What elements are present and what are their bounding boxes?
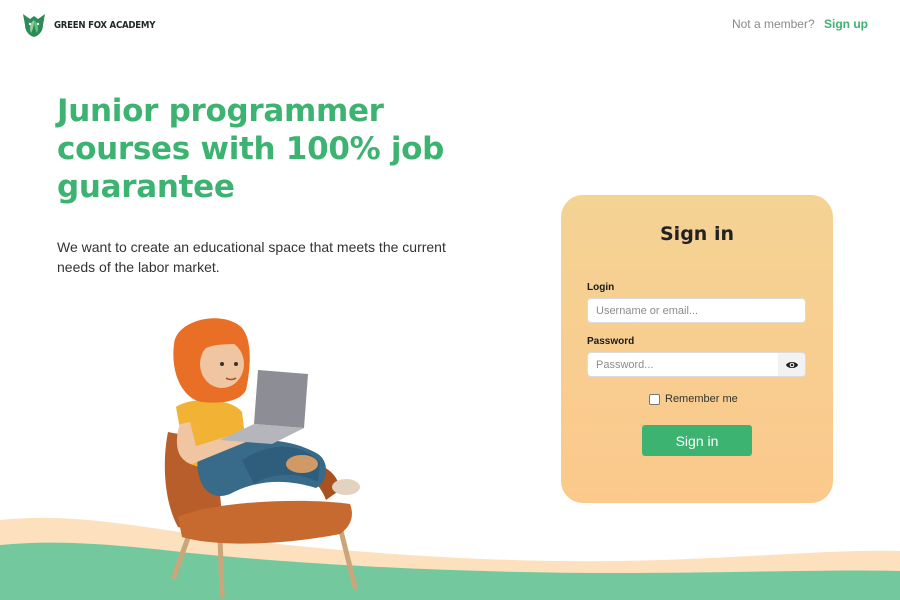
- member-question: Not a member?: [731, 17, 815, 31]
- remember-me-checkbox[interactable]: [649, 393, 660, 405]
- signin-title: Sign in: [660, 223, 734, 245]
- woman-with-laptop-in-armchair-illustration: [164, 318, 360, 599]
- login-label: Login: [587, 282, 615, 293]
- password-label: Password: [587, 336, 635, 347]
- remember-me-label: Remember me: [665, 393, 738, 405]
- login-input[interactable]: [587, 298, 806, 323]
- signin-button[interactable]: Sign in: [642, 425, 752, 456]
- logo[interactable]: GREEN FOX ACADEMY: [20, 11, 172, 39]
- hero-title: Junior programmer courses with 100% job …: [57, 93, 445, 205]
- bottom-waves: [0, 517, 900, 600]
- top-header: GREEN FOX ACADEMY Not a member? Sign up: [0, 0, 900, 50]
- signup-link[interactable]: Sign up: [824, 17, 868, 31]
- remember-me-row: Remember me: [649, 393, 738, 405]
- password-input[interactable]: [587, 352, 779, 377]
- eye-icon: [785, 361, 798, 368]
- fox-leaf-icon: [23, 14, 45, 37]
- member-prompt: Not a member? Sign up: [732, 17, 868, 31]
- logo-text: GREEN FOX ACADEMY: [54, 19, 156, 31]
- hero-subtitle: We want to create an educational space t…: [57, 239, 446, 275]
- signin-card: Sign in Login Password Remember me Sign …: [561, 195, 833, 503]
- show-password-button[interactable]: [778, 352, 806, 377]
